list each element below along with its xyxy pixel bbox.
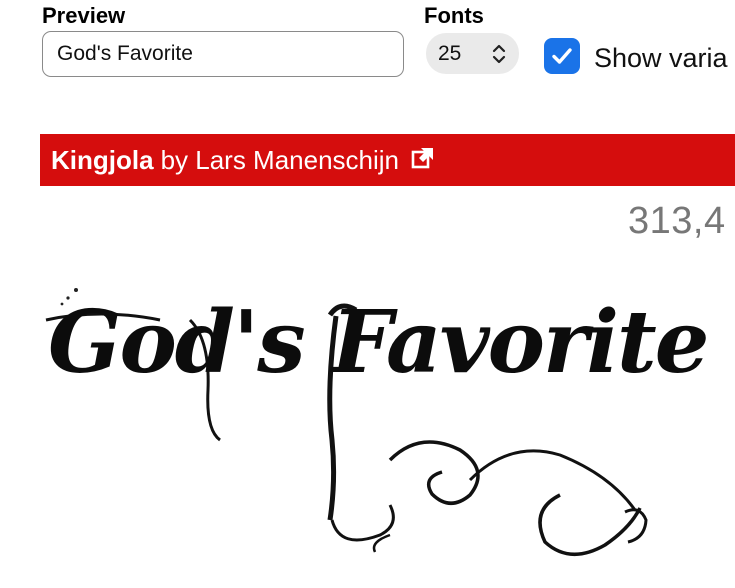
show-variants-checkbox[interactable] [544, 38, 580, 74]
up-down-chevron-icon [492, 44, 506, 64]
font-name-link[interactable]: Kingjola [51, 145, 154, 176]
font-sample-text: God's Favorite [48, 292, 709, 393]
font-sample-preview[interactable]: God's Favorite [40, 280, 709, 580]
font-browser: Preview Fonts 25 Show varia Kingjola by … [0, 0, 735, 588]
preview-label: Preview [42, 3, 126, 28]
show-variants-label[interactable]: Show varia [594, 43, 728, 74]
font-title-bar: Kingjola by Lars Manenschijn [40, 134, 735, 186]
checkmark-icon [552, 48, 572, 64]
designer-link[interactable]: by Lars Manenschijn [161, 145, 399, 176]
preview-text-input[interactable] [42, 31, 404, 77]
font-count-value: 25 [438, 41, 462, 65]
fonts-label: Fonts [424, 3, 484, 28]
download-count: 313,4 [628, 200, 726, 242]
external-link-icon[interactable] [411, 146, 435, 170]
font-count-stepper[interactable]: 25 [426, 33, 519, 74]
